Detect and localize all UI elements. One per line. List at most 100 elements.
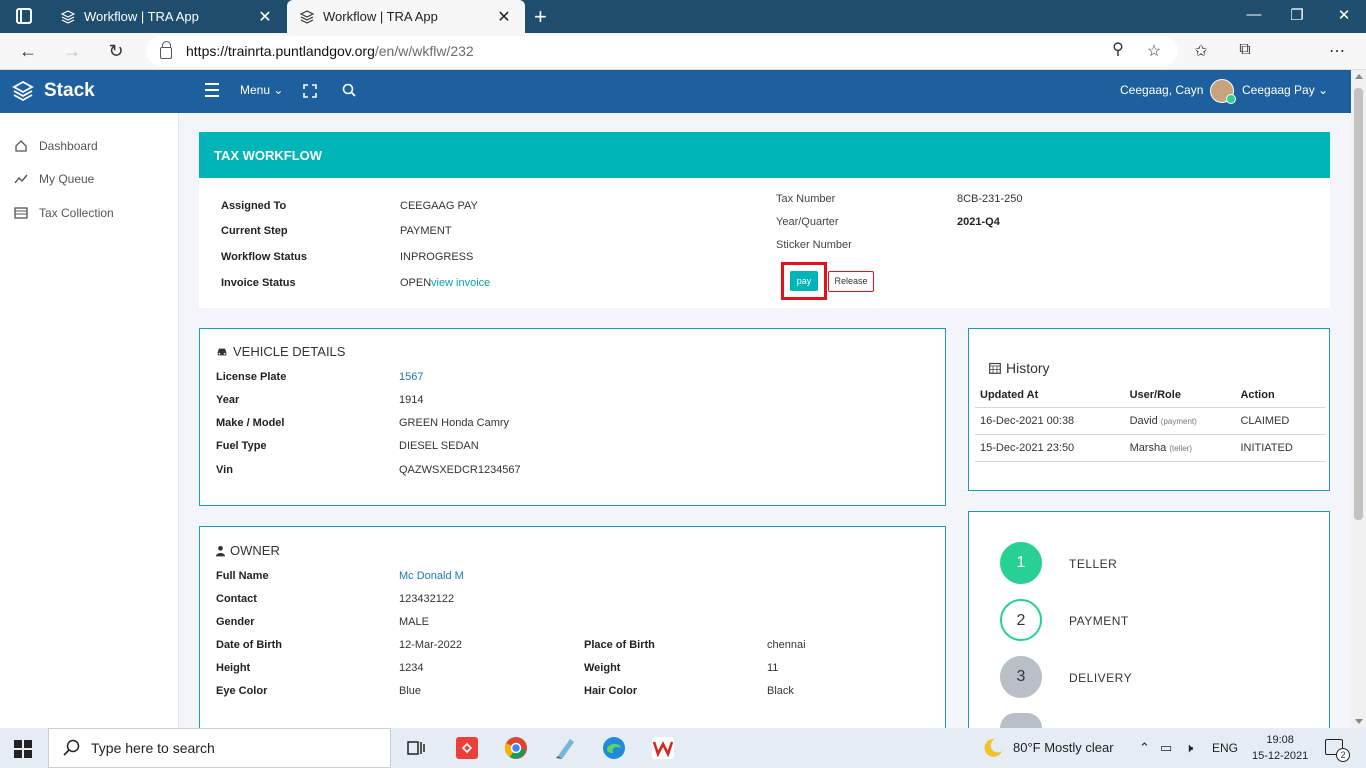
- weather-moon-icon: [984, 738, 1002, 757]
- eye-color-value: Blue: [399, 685, 422, 697]
- url-field[interactable]: https://trainrta.puntlandgov.org/en/w/wk…: [146, 36, 1178, 66]
- collections-icon[interactable]: ⧉: [1234, 41, 1256, 59]
- weight-label: Weight: [584, 662, 621, 674]
- hamburger-icon[interactable]: [205, 83, 219, 101]
- taskbar-search-input[interactable]: Type here to search: [48, 728, 391, 768]
- sidebar-item-my-queue[interactable]: My Queue: [14, 172, 94, 186]
- user-role-cell: Marsha (teller): [1124, 434, 1236, 462]
- brand[interactable]: Stack: [12, 80, 95, 102]
- car-icon: [217, 348, 227, 355]
- task-view-icon[interactable]: [404, 736, 428, 760]
- updated-at-cell: 15-Dec-2021 23:50: [975, 434, 1125, 462]
- anydesk-icon[interactable]: [455, 736, 479, 760]
- browser-tab-2[interactable]: Workflow | TRA App ✕: [287, 0, 525, 33]
- back-icon[interactable]: ←: [16, 39, 40, 63]
- user-dropdown[interactable]: Ceegaag Pay ⌄: [1242, 83, 1328, 97]
- wps-office-icon[interactable]: [651, 736, 675, 760]
- edge-icon[interactable]: [602, 736, 626, 760]
- browser-tab-1[interactable]: Workflow | TRA App ✕: [48, 0, 286, 33]
- close-window-icon[interactable]: ✕: [1334, 6, 1354, 24]
- lock-icon: [160, 41, 172, 59]
- menu-label: Menu: [240, 83, 271, 97]
- chrome-icon[interactable]: [504, 736, 528, 760]
- user-name: Marsha: [1129, 442, 1167, 454]
- zoom-icon[interactable]: ⚲: [1107, 39, 1129, 59]
- browser-tab-strip: Workflow | TRA App ✕ Workflow | TRA App …: [0, 0, 1366, 33]
- assigned-to-label: Assigned To: [221, 200, 287, 212]
- license-plate-link[interactable]: 1567: [399, 371, 423, 383]
- close-tab-icon[interactable]: ✕: [495, 7, 513, 27]
- sidebar-item-tax-collection[interactable]: Tax Collection: [14, 206, 114, 220]
- avatar[interactable]: [1210, 79, 1236, 104]
- release-button[interactable]: Release: [828, 271, 874, 292]
- refresh-icon[interactable]: ↻: [104, 39, 128, 63]
- new-tab-icon[interactable]: +: [534, 4, 547, 30]
- language-indicator[interactable]: ENG: [1212, 741, 1238, 755]
- clock-time: 19:08: [1266, 734, 1294, 746]
- pay-button[interactable]: pay: [790, 271, 818, 291]
- scroll-down-icon[interactable]: [1355, 719, 1363, 724]
- fuel-type-value: DIESEL SEDAN: [399, 440, 479, 452]
- favorites-icon[interactable]: ✩: [1190, 41, 1212, 61]
- make-model-label: Make / Model: [216, 417, 285, 429]
- view-invoice-link[interactable]: view invoice: [431, 277, 490, 289]
- assigned-to-value: CEEGAAG PAY: [400, 200, 478, 212]
- owner-title: OWNER: [230, 543, 280, 558]
- workflow-status-value: INPROGRESS: [400, 251, 474, 263]
- gender-value: MALE: [399, 616, 429, 628]
- weather-text[interactable]: 80°F Mostly clear: [1013, 740, 1114, 755]
- clock[interactable]: 19:08 15-12-2021: [1252, 732, 1308, 764]
- forward-icon[interactable]: →: [60, 39, 84, 63]
- volume-muted-icon[interactable]: 🕨: [1185, 740, 1193, 756]
- fullscreen-icon[interactable]: [303, 84, 317, 98]
- column-header: User/Role: [1124, 383, 1236, 408]
- windows-start-icon[interactable]: [14, 740, 32, 758]
- search-icon[interactable]: [342, 83, 356, 97]
- history-table: Updated At User/Role Action 16-Dec-2021 …: [975, 383, 1325, 462]
- contact-label: Contact: [216, 593, 257, 605]
- tax-number-label: Tax Number: [776, 193, 836, 205]
- full-name-link[interactable]: Mc Donald M: [399, 570, 464, 582]
- home-icon: [15, 140, 27, 152]
- table-row: 15-Dec-2021 23:50 Marsha (teller) INITIA…: [975, 434, 1325, 462]
- close-tab-icon[interactable]: ✕: [256, 7, 274, 27]
- sidebar: Dashboard My Queue Tax Collection: [0, 113, 179, 728]
- tab-actions-icon[interactable]: [16, 8, 32, 24]
- show-hidden-icons-icon[interactable]: ⌃: [1139, 740, 1150, 756]
- sidebar-item-dashboard[interactable]: Dashboard: [14, 139, 98, 153]
- current-step-value: PAYMENT: [400, 225, 452, 237]
- pob-value: chennai: [767, 639, 806, 651]
- pay-button-highlight: pay: [781, 262, 827, 300]
- favorite-add-icon[interactable]: ☆: [1143, 41, 1165, 61]
- notification-icon[interactable]: 2: [1325, 739, 1350, 762]
- gender-label: Gender: [216, 616, 255, 628]
- browser-tab-title: Workflow | TRA App: [84, 9, 199, 24]
- step-next-circle: [1000, 713, 1042, 728]
- role-tag: (payment): [1160, 417, 1197, 426]
- scroll-up-icon[interactable]: [1355, 74, 1363, 79]
- scrollbar-thumb[interactable]: [1354, 88, 1363, 520]
- notepad-icon[interactable]: [553, 736, 577, 760]
- column-header: Action: [1235, 383, 1325, 408]
- action-cell: CLAIMED: [1235, 407, 1325, 435]
- vin-label: Vin: [216, 464, 233, 476]
- app-header: Stack Menu ⌄ Ceegaag, Cayn Ceegaag Pay ⌄: [0, 70, 1351, 113]
- full-name-label: Full Name: [216, 570, 269, 582]
- page-scrollbar[interactable]: [1351, 70, 1366, 728]
- user-role: Ceegaag Pay: [1242, 83, 1315, 97]
- minimize-icon[interactable]: —: [1244, 6, 1264, 23]
- more-options-icon[interactable]: ⋯: [1326, 41, 1348, 61]
- tax-workflow-card: TAX WORKFLOW: [199, 132, 1330, 308]
- vin-value: QAZWSXEDCR1234567: [399, 464, 521, 476]
- workflow-status-label: Workflow Status: [221, 251, 307, 263]
- year-quarter-value: 2021-Q4: [957, 216, 1000, 228]
- battery-icon[interactable]: ▭: [1160, 740, 1172, 756]
- restore-icon[interactable]: ❐: [1287, 6, 1307, 24]
- notification-count: 2: [1336, 748, 1350, 762]
- history-heading: History: [989, 360, 1050, 376]
- browser-tab-title: Workflow | TRA App: [323, 9, 438, 24]
- contact-value: 123432122: [399, 593, 455, 605]
- tax-number-value: 8CB-231-250: [957, 193, 1023, 205]
- user-name: David: [1129, 415, 1158, 427]
- menu-dropdown[interactable]: Menu ⌄: [240, 83, 283, 97]
